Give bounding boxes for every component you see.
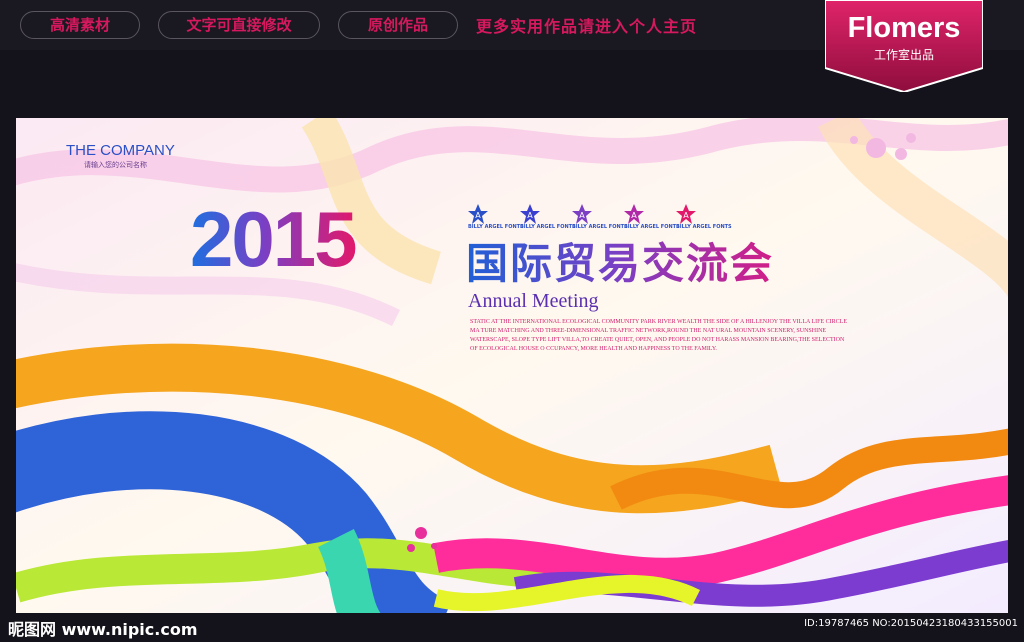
star-icon: A bbox=[468, 204, 488, 224]
brand-badge: Flomers 工作室出品 bbox=[825, 0, 983, 92]
promo-link[interactable]: 更多实用作品请进入个人主页 bbox=[476, 13, 697, 37]
star-icon: A bbox=[572, 204, 592, 224]
event-title: 国际贸易交流会 bbox=[466, 239, 774, 288]
svg-text:A: A bbox=[527, 211, 533, 220]
brand-name: Flomers bbox=[847, 12, 961, 44]
event-subtitle: Annual Meeting bbox=[468, 290, 599, 312]
svg-text:2015: 2015 bbox=[190, 196, 356, 276]
star-caption: BILLY ARGEL FONTS bbox=[624, 224, 680, 230]
star-caption: BILLY ARGEL FONTS bbox=[468, 224, 524, 230]
ribbon-background-icon bbox=[16, 118, 1008, 613]
star-caption: BILLY ARGEL FONTS bbox=[676, 224, 732, 230]
poster: THE COMPANY 请输入您的公司名称 2015 A BILLY ARGEL… bbox=[16, 118, 1008, 613]
site-watermark: 昵图网 www.nipic.com bbox=[8, 620, 198, 639]
star-icon: A bbox=[520, 204, 540, 224]
svg-text:A: A bbox=[631, 211, 637, 220]
star-caption: BILLY ARGEL FONTS bbox=[520, 224, 576, 230]
star-icon: A bbox=[676, 204, 696, 224]
svg-text:A: A bbox=[683, 211, 689, 220]
event-description: STATIC AT THE INTERNATIONAL ECOLOGICAL C… bbox=[470, 319, 848, 352]
company-name: THE COMPANY bbox=[66, 142, 175, 159]
svg-text:A: A bbox=[475, 211, 481, 220]
company-subtitle: 请输入您的公司名称 bbox=[84, 161, 147, 169]
tag-editable-text: 文字可直接修改 bbox=[158, 11, 320, 39]
svg-text:A: A bbox=[579, 211, 585, 220]
tag-original-work: 原创作品 bbox=[338, 11, 458, 39]
tag-hd-material: 高清素材 bbox=[20, 11, 140, 39]
image-id: ID:19787465 NO:20150423180433155001 bbox=[804, 618, 1018, 629]
star-icon: A bbox=[624, 204, 644, 224]
star-caption: BILLY ARGEL FONTS bbox=[572, 224, 628, 230]
year-2015: 2015 bbox=[190, 196, 358, 276]
brand-subtitle: 工作室出品 bbox=[873, 48, 934, 62]
svg-text:国际贸易交流会: 国际贸易交流会 bbox=[466, 239, 774, 288]
